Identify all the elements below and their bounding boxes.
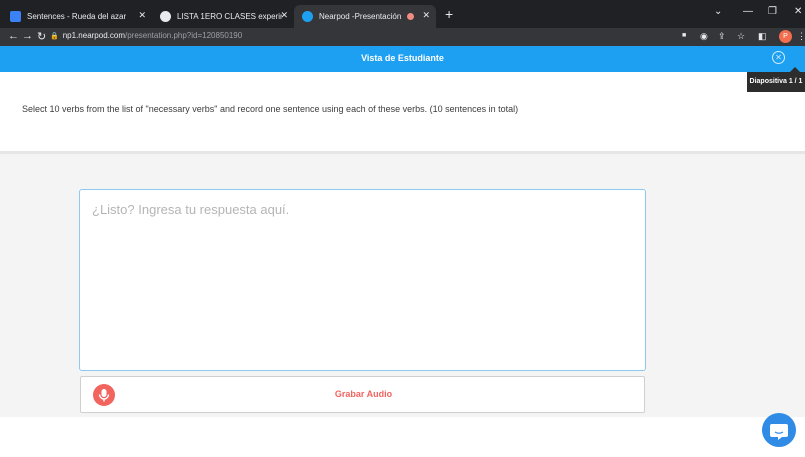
tab-sentences[interactable]: Sentences - Rueda del azar ✕: [2, 5, 152, 28]
share-icon[interactable]: ⇪: [718, 31, 726, 42]
reload-icon[interactable]: ↻: [37, 30, 46, 43]
close-window-icon[interactable]: ✕: [794, 6, 802, 17]
recording-indicator-icon: [407, 13, 414, 20]
globe-favicon-icon: [160, 11, 171, 22]
wheel-favicon-icon: [10, 11, 21, 22]
profile-avatar[interactable]: P: [779, 30, 792, 43]
tab-lista[interactable]: LISTA 1ERO CLASES experimento ✕: [152, 5, 294, 28]
page-title: Vista de Estudiante: [361, 53, 444, 63]
url-path: /presentation.php?id=120850190: [124, 31, 243, 40]
nearpod-favicon-icon: [302, 11, 313, 22]
question-text: Select 10 verbs from the list of "necess…: [22, 104, 519, 114]
back-icon[interactable]: ←: [8, 30, 19, 42]
menu-dots-icon[interactable]: ⋮: [797, 31, 805, 42]
close-icon[interactable]: ✕: [772, 51, 785, 64]
side-panel-icon[interactable]: ◧: [758, 31, 767, 42]
chat-bubble-icon[interactable]: [762, 413, 796, 447]
slide-indicator-tooltip: Diapositiva 1 / 1: [747, 67, 805, 92]
nearpod-header: Vista de Estudiante ✕: [0, 46, 805, 72]
record-audio-label: Grabar Audio: [334, 389, 393, 399]
camera-icon[interactable]: ■: [682, 32, 686, 39]
tab-title: Nearpod -Presentación: [319, 12, 402, 21]
close-tab-icon[interactable]: ✕: [280, 10, 288, 21]
tab-title: Sentences - Rueda del azar: [27, 12, 127, 21]
answer-input[interactable]: [79, 189, 646, 371]
close-tab-icon[interactable]: ✕: [422, 10, 430, 21]
forward-icon[interactable]: →: [22, 30, 33, 42]
tab-title: LISTA 1ERO CLASES experimento: [177, 12, 282, 21]
page-footer: [0, 417, 805, 457]
url-domain: np1.nearpod.com: [62, 31, 125, 40]
record-audio-button[interactable]: Grabar Audio: [80, 376, 645, 413]
new-tab-button[interactable]: +: [445, 6, 453, 22]
address-bar-row: ← → ↻ 🔒 np1.nearpod.com/presentation.php?…: [0, 28, 805, 46]
restore-icon[interactable]: ❐: [768, 6, 777, 17]
minimize-icon[interactable]: —: [743, 6, 753, 17]
chrome-icon[interactable]: ◉: [700, 31, 708, 42]
bookmark-star-icon[interactable]: ☆: [737, 31, 745, 42]
tab-nearpod[interactable]: Nearpod -Presentación ✕: [294, 5, 436, 28]
tab-search-icon[interactable]: ⌄: [714, 6, 722, 17]
lock-icon: 🔒: [50, 33, 59, 40]
browser-tab-strip: Sentences - Rueda del azar ✕ LISTA 1ERO …: [0, 0, 805, 28]
close-tab-icon[interactable]: ✕: [138, 10, 146, 21]
url-field[interactable]: 🔒 np1.nearpod.com/presentation.php?id=120…: [50, 31, 242, 40]
